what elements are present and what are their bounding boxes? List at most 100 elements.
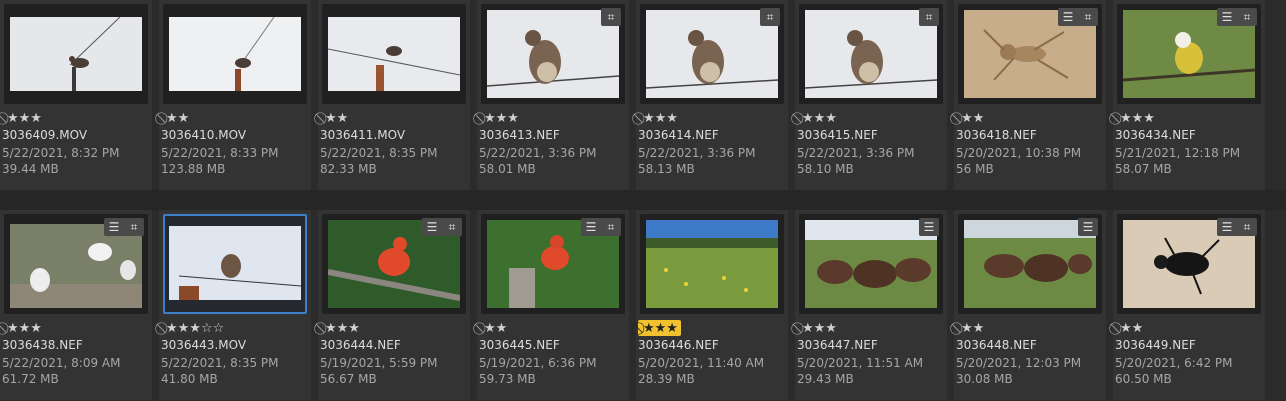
thumbnail-cell[interactable]: ⌗ ⃠★★★ 3036413.NEF 5/22/2021, 3:36 PM 58… bbox=[477, 0, 629, 190]
crop-icon[interactable]: ⌗ bbox=[1237, 218, 1257, 236]
file-name: 3036449.NEF bbox=[1115, 338, 1196, 352]
thumbnail-frame[interactable]: ⌗ bbox=[799, 4, 943, 104]
file-name: 3036414.NEF bbox=[638, 128, 719, 142]
star-rating[interactable]: ⃠★★★☆☆ bbox=[161, 320, 227, 336]
file-date: 5/20/2021, 11:40 AM bbox=[638, 356, 765, 370]
file-date: 5/19/2021, 6:36 PM bbox=[479, 356, 597, 370]
crop-icon[interactable]: ⌗ bbox=[1078, 8, 1098, 26]
stars[interactable]: ★★★ bbox=[7, 321, 42, 336]
file-size: 123.88 MB bbox=[161, 162, 226, 176]
thumbnail-cell-selected[interactable]: ⃠★★★☆☆ 3036443.MOV 5/22/2021, 8:35 PM 41… bbox=[159, 210, 311, 400]
stars[interactable]: ★★★ bbox=[7, 111, 42, 126]
crop-icon[interactable]: ⌗ bbox=[1237, 8, 1257, 26]
stars[interactable]: ★★★ bbox=[802, 111, 837, 126]
stars[interactable]: ★★★ bbox=[166, 321, 201, 336]
stars[interactable]: ★★★ bbox=[1120, 111, 1155, 126]
adjust-icon[interactable]: ☰ bbox=[1078, 218, 1098, 236]
stars[interactable]: ★★ bbox=[961, 111, 984, 126]
thumbnail-frame[interactable]: ⌗ bbox=[481, 4, 625, 104]
crop-icon[interactable]: ⌗ bbox=[760, 8, 780, 26]
thumbnail-cell[interactable]: ⃠★★★ 3036409.MOV 5/22/2021, 8:32 PM 39.4… bbox=[0, 0, 152, 190]
file-name: 3036434.NEF bbox=[1115, 128, 1196, 142]
adjust-icon[interactable]: ☰ bbox=[104, 218, 124, 236]
thumbnail-frame[interactable]: ☰ bbox=[958, 214, 1102, 314]
star-rating[interactable]: ⃠★★★ bbox=[2, 110, 45, 126]
star-rating[interactable]: ⃠★★ bbox=[479, 320, 510, 336]
thumbnail-frame[interactable]: ☰ ⌗ bbox=[958, 4, 1102, 104]
stars[interactable]: ★★★ bbox=[643, 321, 678, 336]
file-size: 82.33 MB bbox=[320, 162, 377, 176]
empty-stars[interactable]: ☆☆ bbox=[201, 321, 224, 336]
star-rating[interactable]: ⃠★★ bbox=[161, 110, 192, 126]
thumbnail-cell[interactable]: ☰⌗ ⃠★★★ 3036434.NEF 5/21/2021, 12:18 PM … bbox=[1113, 0, 1265, 190]
thumbnail-cell[interactable]: ☰⌗ ⃠★★★ 3036438.NEF 5/22/2021, 8:09 AM 6… bbox=[0, 210, 152, 400]
adjust-icon[interactable]: ☰ bbox=[1217, 8, 1237, 26]
crop-icon[interactable]: ⌗ bbox=[442, 218, 462, 236]
thumbnail-frame[interactable] bbox=[640, 214, 784, 314]
grid-row: ⃠★★★ 3036409.MOV 5/22/2021, 8:32 PM 39.4… bbox=[0, 0, 1286, 190]
file-date: 5/21/2021, 12:18 PM bbox=[1115, 146, 1241, 160]
thumbnail-cell[interactable]: ⃠★★★ 3036446.NEF 5/20/2021, 11:40 AM 28.… bbox=[636, 210, 788, 400]
crop-icon[interactable]: ⌗ bbox=[919, 8, 939, 26]
star-rating[interactable]: ⃠★★★ bbox=[2, 320, 45, 336]
star-rating[interactable]: ⃠★★★ bbox=[797, 110, 840, 126]
stars[interactable]: ★★ bbox=[325, 111, 348, 126]
adjust-icon[interactable]: ☰ bbox=[1058, 8, 1078, 26]
thumbnail-cell[interactable]: ⌗ ⃠★★★ 3036415.NEF 5/22/2021, 3:36 PM 58… bbox=[795, 0, 947, 190]
file-name: 3036409.MOV bbox=[2, 128, 88, 142]
adjust-icon[interactable]: ☰ bbox=[1217, 218, 1237, 236]
stars[interactable]: ★★★ bbox=[325, 321, 360, 336]
star-rating[interactable]: ⃠★★★ bbox=[797, 320, 840, 336]
thumbnail-frame[interactable] bbox=[4, 4, 148, 104]
stars[interactable]: ★★ bbox=[166, 111, 189, 126]
star-rating[interactable]: ⃠★★★ bbox=[320, 320, 363, 336]
thumbnail-frame[interactable]: ⌗ bbox=[640, 4, 784, 104]
thumbnail-cell[interactable]: ☰⌗ ⃠★★★ 3036444.NEF 5/19/2021, 5:59 PM 5… bbox=[318, 210, 470, 400]
crop-icon[interactable]: ⌗ bbox=[124, 218, 144, 236]
stars[interactable]: ★★★ bbox=[643, 111, 678, 126]
adjust-icon[interactable]: ☰ bbox=[919, 218, 939, 236]
file-date: 5/22/2021, 8:35 PM bbox=[161, 356, 279, 370]
stars[interactable]: ★★★ bbox=[802, 321, 837, 336]
star-rating[interactable]: ⃠★★ bbox=[956, 110, 987, 126]
star-rating[interactable]: ⃠★★ bbox=[1115, 320, 1146, 336]
thumbnail-cell[interactable]: ☰ ⃠★★ 3036448.NEF 5/20/2021, 12:03 PM 30… bbox=[954, 210, 1106, 400]
stars[interactable]: ★★ bbox=[1120, 321, 1143, 336]
star-rating[interactable]: ⃠★★ bbox=[956, 320, 987, 336]
thumbnail-cell[interactable]: ☰⌗ ⃠★★ 3036449.NEF 5/20/2021, 6:42 PM 60… bbox=[1113, 210, 1265, 400]
thumbnail-cell[interactable]: ☰⌗ ⃠★★ 3036445.NEF 5/19/2021, 6:36 PM 59… bbox=[477, 210, 629, 400]
stars[interactable]: ★★ bbox=[961, 321, 984, 336]
thumbnail-frame[interactable]: ☰ bbox=[799, 214, 943, 314]
stars[interactable]: ★★ bbox=[484, 321, 507, 336]
star-rating[interactable]: ⃠★★★ bbox=[479, 110, 522, 126]
thumbnail-cell[interactable]: ☰ ⃠★★★ 3036447.NEF 5/20/2021, 11:51 AM 2… bbox=[795, 210, 947, 400]
thumbnail-frame[interactable]: ☰ ⌗ bbox=[1117, 4, 1261, 104]
thumbnail-frame[interactable]: ☰ ⌗ bbox=[322, 214, 466, 314]
file-size: 58.13 MB bbox=[638, 162, 695, 176]
file-size: 30.08 MB bbox=[956, 372, 1013, 386]
thumbnail-frame[interactable] bbox=[163, 214, 307, 314]
thumbnail-frame[interactable] bbox=[322, 4, 466, 104]
thumbnail-frame[interactable]: ☰ ⌗ bbox=[481, 214, 625, 314]
thumbnail-cell[interactable]: ☰⌗ ⃠★★ 3036418.NEF 5/20/2021, 10:38 PM 5… bbox=[954, 0, 1106, 190]
thumbnail-frame[interactable]: ☰ ⌗ bbox=[1117, 214, 1261, 314]
file-date: 5/20/2021, 10:38 PM bbox=[956, 146, 1082, 160]
thumbnail-frame[interactable]: ☰ ⌗ bbox=[4, 214, 148, 314]
adjust-icon[interactable]: ☰ bbox=[581, 218, 601, 236]
file-date: 5/22/2021, 8:35 PM bbox=[320, 146, 438, 160]
star-rating[interactable]: ⃠★★ bbox=[320, 110, 351, 126]
thumbnail-cell[interactable]: ⃠★★ 3036411.MOV 5/22/2021, 8:35 PM 82.33… bbox=[318, 0, 470, 190]
row-separator bbox=[0, 190, 1286, 210]
thumbnail-cell[interactable]: ⌗ ⃠★★★ 3036414.NEF 5/22/2021, 3:36 PM 58… bbox=[636, 0, 788, 190]
star-rating[interactable]: ⃠★★★ bbox=[1115, 110, 1158, 126]
thumbnail-cell[interactable]: ⃠★★ 3036410.MOV 5/22/2021, 8:33 PM 123.8… bbox=[159, 0, 311, 190]
star-rating[interactable]: ⃠★★★ bbox=[638, 110, 681, 126]
crop-icon[interactable]: ⌗ bbox=[601, 218, 621, 236]
crop-icon[interactable]: ⌗ bbox=[601, 8, 621, 26]
star-rating[interactable]: ⃠★★★ bbox=[638, 320, 681, 336]
adjust-icon[interactable]: ☰ bbox=[422, 218, 442, 236]
thumbnail-frame[interactable] bbox=[163, 4, 307, 104]
stars[interactable]: ★★★ bbox=[484, 111, 519, 126]
photo-cattle-herd bbox=[805, 220, 937, 308]
file-date: 5/22/2021, 8:33 PM bbox=[161, 146, 279, 160]
